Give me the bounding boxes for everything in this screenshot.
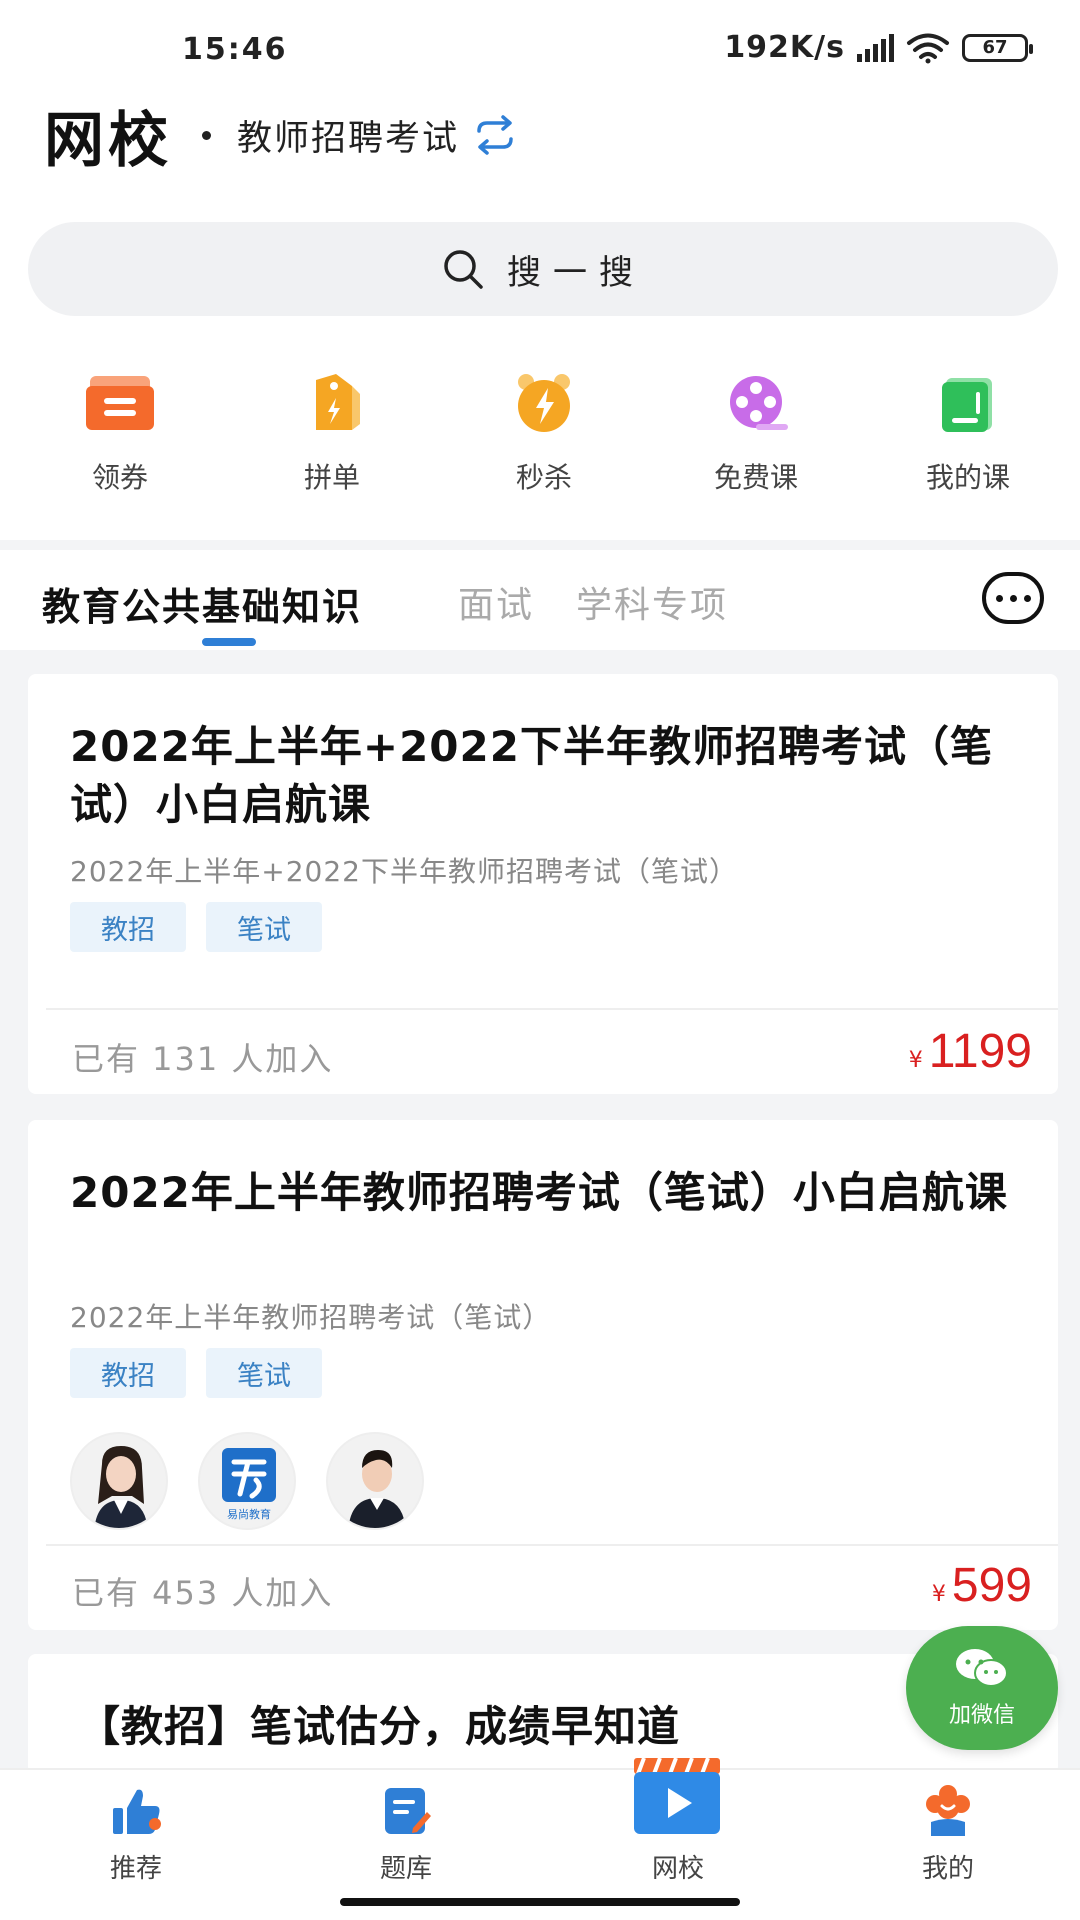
signal-icon: [857, 33, 894, 62]
enrolled-count: 已有 453 人加入: [72, 1574, 334, 1612]
book-icon: [942, 378, 992, 432]
film-reel-icon: [730, 376, 788, 430]
question-bank-icon: [385, 1788, 431, 1834]
battery-icon: 67: [962, 33, 1033, 62]
price-value: 1199: [928, 1025, 1032, 1078]
tab-interview[interactable]: 面试: [458, 576, 534, 628]
wechat-icon: [956, 1649, 1008, 1687]
nav-item-recommend[interactable]: 推荐: [56, 1784, 216, 1885]
course-title: 2022年上半年+2022下半年教师招聘考试（笔试）小白启航课: [70, 722, 993, 829]
nav-label: 我的: [921, 1854, 974, 1884]
flower-profile-icon: [926, 1785, 970, 1836]
search-bar[interactable]: 搜一搜: [28, 222, 1058, 316]
course-title: 【教招】笔试估分，成绩早知道: [78, 1702, 681, 1751]
group-buy-icon: [316, 374, 360, 430]
exam-category-selector[interactable]: 教师招聘考试: [237, 110, 459, 161]
institution-logo-text: 易尚教育: [227, 1507, 271, 1521]
status-bar: 15:46 192K/s 67: [0, 24, 1080, 74]
quick-entry-coupon[interactable]: 领券: [14, 372, 226, 502]
title-separator-dot: [202, 130, 211, 140]
tab-subject-special[interactable]: 学科专项: [576, 576, 728, 628]
teacher-avatar[interactable]: [70, 1432, 168, 1530]
dot: [1009, 594, 1017, 602]
nav-label: 题库: [379, 1854, 432, 1884]
quick-entry-label: 秒杀: [515, 461, 572, 494]
status-time: 15:46: [182, 32, 288, 67]
nav-item-online-school[interactable]: 网校: [598, 1784, 758, 1885]
card-divider: [46, 1544, 1058, 1546]
coupon-icon: [86, 376, 154, 430]
home-indicator[interactable]: [340, 1898, 740, 1906]
institution-logo-icon: 易尚教育: [222, 1448, 276, 1521]
header: 网校 教师招聘考试: [44, 100, 517, 176]
course-tabs: 教育公共基础知识 面试 学科专项: [0, 550, 1080, 650]
app-title: 网校: [44, 105, 172, 176]
search-placeholder: 搜一搜: [507, 252, 645, 293]
nav-label: 推荐: [109, 1854, 162, 1884]
nav-icon-spacer: [651, 1784, 705, 1838]
quick-entry-label: 免费课: [713, 461, 798, 494]
quick-entry-label: 领券: [91, 461, 148, 494]
add-wechat-button[interactable]: 加微信: [906, 1626, 1058, 1750]
price-value: 599: [951, 1559, 1032, 1612]
network-speed: 192K/s: [724, 30, 845, 65]
course-card[interactable]: 2022年上半年+2022下半年教师招聘考试（笔试）小白启航课 2022年上半年…: [28, 674, 1058, 1094]
quick-entry-flash-sale[interactable]: 秒杀: [438, 372, 650, 502]
course-price: ¥ 599: [932, 1558, 1032, 1613]
active-tab-indicator: [202, 638, 256, 646]
quick-entry-label: 我的课: [925, 461, 1010, 494]
nav-item-question-bank[interactable]: 题库: [326, 1784, 486, 1885]
institution-logo-avatar[interactable]: 易尚教育: [198, 1432, 296, 1530]
card-divider: [46, 1008, 1058, 1010]
teacher-portrait-icon: [348, 1450, 406, 1528]
course-price: ¥ 1199: [909, 1024, 1032, 1079]
quick-entry-label: 拼单: [303, 461, 360, 494]
course-card[interactable]: 2022年上半年教师招聘考试（笔试）小白启航课 2022年上半年教师招聘考试（笔…: [28, 1120, 1058, 1630]
course-subtitle: 2022年上半年教师招聘考试（笔试）: [70, 1301, 552, 1334]
course-tag: 教招: [70, 902, 186, 952]
quick-entry-free-course[interactable]: 免费课: [650, 372, 862, 502]
thumbs-up-icon: [113, 1789, 161, 1834]
wechat-label: 加微信: [948, 1703, 1015, 1728]
more-options-button[interactable]: [982, 572, 1044, 624]
course-tag: 笔试: [206, 902, 322, 952]
alarm-clock-icon: [518, 374, 570, 432]
course-card[interactable]: 【教招】笔试估分，成绩早知道: [28, 1654, 1058, 1774]
course-title: 2022年上半年教师招聘考试（笔试）小白启航课: [70, 1168, 1008, 1217]
status-indicators: 192K/s 67: [724, 30, 1033, 65]
tab-education-basics[interactable]: 教育公共基础知识: [42, 576, 362, 631]
battery-level: 67: [982, 37, 1008, 58]
course-tag: 笔试: [206, 1348, 322, 1398]
switch-icon[interactable]: [473, 115, 517, 155]
search-icon: [444, 250, 483, 289]
quick-entry-group-buy[interactable]: 拼单: [226, 372, 438, 502]
dot: [995, 594, 1003, 602]
teacher-portrait-icon: [94, 1446, 148, 1528]
quick-entry-row: 领券 拼单 秒杀 免费课 我的课: [0, 372, 1080, 502]
course-subtitle: 2022年上半年+2022下半年教师招聘考试（笔试）: [70, 855, 738, 888]
nav-item-mine[interactable]: 我的: [868, 1784, 1028, 1885]
course-tag: 教招: [70, 1348, 186, 1398]
quick-entry-my-course[interactable]: 我的课: [862, 372, 1074, 502]
enrolled-count: 已有 131 人加入: [72, 1040, 334, 1078]
teacher-avatar[interactable]: [326, 1432, 424, 1530]
nav-label: 网校: [651, 1854, 704, 1884]
price-currency-symbol: ¥: [931, 1582, 946, 1607]
dot: [1023, 594, 1031, 602]
wifi-icon: [907, 33, 949, 63]
price-currency-symbol: ¥: [908, 1048, 923, 1073]
